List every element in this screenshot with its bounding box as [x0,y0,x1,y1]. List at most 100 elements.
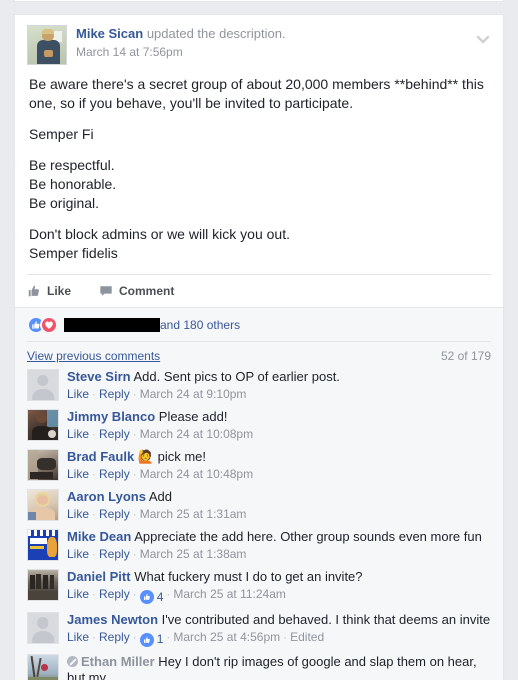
comment-reply-link[interactable]: Reply [99,587,130,601]
post-author-name[interactable]: Mike Sican [76,26,143,41]
comment-item: Jimmy Blanco Please add! Like · Reply · March… [27,408,491,448]
comment-text: Steve Sirn Add. Sent pics to OP of earli… [67,369,340,385]
comment-meta: Like · Reply · March 25 at 1:38am [67,547,247,561]
post-byline: Mike Sican updated the description. [76,26,286,42]
comments-header: View previous comments 52 of 179 [27,341,491,368]
comment-avatar[interactable] [27,654,59,680]
comment-reply-link[interactable]: Reply [99,630,130,644]
comment-item: James Newton I've contributed and behave… [27,611,491,654]
comment-message: Appreciate the add here. Other group sou… [131,529,482,544]
post-action-text: updated the description. [143,26,286,41]
muted-badge-icon [67,656,78,667]
comment-reply-link[interactable]: Reply [99,507,130,521]
comment-reply-link[interactable]: Reply [99,547,130,561]
comment-reply-link[interactable]: Reply [99,467,130,481]
comment-item: Mike Dean Appreciate the add here. Other… [27,528,491,568]
comment-author-name[interactable]: Ethan Miller [81,654,155,669]
comment-text: Daniel Pitt What fuckery must I do to ge… [67,569,363,585]
like-reaction-icon [139,632,154,647]
comment-timestamp[interactable]: March 24 at 10:48pm [140,467,253,481]
comments-count-label: 52 of 179 [440,349,491,363]
comments-section: View previous comments 52 of 179 Steve S… [15,341,503,680]
comment-message: 🙋 pick me! [134,449,206,464]
redacted-reactor-name [64,318,160,332]
post-actions-bar: Like Comment [27,274,491,307]
post-paragraph-3: Be respectful. Be honorable. Be original… [29,157,117,211]
comment-avatar[interactable] [27,369,59,401]
comment-list: Steve Sirn Add. Sent pics to OP of earli… [27,368,491,680]
comment-like-link[interactable]: Like [67,467,89,481]
previous-post-card-sliver [14,0,504,2]
comment-message: What fuckery must I do to get an invite? [130,569,363,584]
comment-text: Jimmy Blanco Please add! [67,409,253,425]
comment-edited-label: Edited [290,629,325,644]
comment-item: Aaron Lyons Add Like · Reply · March 25 at 1:… [27,488,491,528]
comment-author-name[interactable]: Mike Dean [67,529,131,544]
comment-like-count[interactable]: 4 [139,589,164,606]
comment-body: Mike Dean Appreciate the add here. Other… [67,529,482,563]
comment-avatar[interactable] [27,611,59,644]
comment-avatar[interactable] [27,409,59,441]
comment-like-link[interactable]: Like [67,587,89,601]
comment-like-link[interactable]: Like [67,427,89,441]
comment-meta: Like · Reply · 1 · March 25 at 4:56pm · Edited [67,629,325,648]
post-timestamp[interactable]: March 14 at 7:56pm [76,44,286,60]
comment-like-count[interactable]: 1 [139,631,163,648]
comment-author-name[interactable]: Daniel Pitt [67,569,131,584]
comment-meta: Like · Reply · 4 · March 25 at 11:24am [67,587,286,606]
comment-author-name[interactable]: Brad Faulk [67,449,134,464]
post-paragraph-2: Semper Fi [29,126,94,142]
comment-meta: Like · Reply · March 24 at 10:08pm [67,427,254,441]
comment-timestamp[interactable]: March 25 at 11:24am [173,587,286,601]
comment-author-name[interactable]: James Newton [67,612,158,627]
speech-bubble-icon [99,284,113,298]
comment-author-name[interactable]: Jimmy Blanco [67,409,155,424]
comment-text: Brad Faulk 🙋 pick me! [67,449,253,465]
comment-reply-link[interactable]: Reply [99,387,130,401]
comment-avatar[interactable] [27,489,59,521]
comment-author-name[interactable]: Aaron Lyons [67,489,146,504]
comment-timestamp[interactable]: March 25 at 1:38am [140,547,247,561]
post-card: Mike Sican updated the description. Marc… [14,14,504,680]
comment-timestamp[interactable]: March 24 at 9:10pm [140,387,247,401]
comment-message: I've contributed and behaved. I think th… [158,611,491,627]
like-button-label: Like [47,284,72,298]
comment-avatar[interactable] [27,529,59,561]
comment-like-link[interactable]: Like [67,547,89,561]
thumbs-up-icon [27,284,41,298]
comment-timestamp[interactable]: March 25 at 4:56pm [173,630,280,644]
comment-meta: Like · Reply · March 24 at 9:10pm [67,387,247,401]
author-avatar[interactable] [27,25,67,65]
comment-body: James Newton I've contributed and behave… [67,612,490,649]
comment-message: Please add! [155,409,228,424]
reactions-others-label[interactable]: and 180 others [160,318,240,332]
facebook-post-screen: Mike Sican updated the description. Marc… [0,0,518,680]
post-body: Be aware there's a secret group of about… [15,65,503,263]
comment-text: James Newton I've contributed and behave… [67,612,490,628]
comment-timestamp[interactable]: March 24 at 10:08pm [140,427,253,441]
comment-button-label: Comment [119,284,175,298]
comment-body: Ethan Miller Hey I don't rip images of g… [67,654,491,680]
comment-timestamp[interactable]: March 25 at 1:31am [140,507,247,521]
view-previous-comments-link[interactable]: View previous comments [27,349,160,363]
comment-meta: Like · Reply · March 24 at 10:48pm [67,467,254,481]
comment-item: Brad Faulk 🙋 pick me! Like · Reply · March 24… [27,448,491,488]
comment-button[interactable]: Comment [99,284,174,298]
comment-like-link[interactable]: Like [67,387,89,401]
comment-item: Daniel Pitt What fuckery must I do to ge… [27,568,491,611]
comment-text: Mike Dean Appreciate the add here. Other… [67,529,482,545]
comment-message: Add [145,489,173,504]
comment-reply-link[interactable]: Reply [99,427,130,441]
comment-like-count-value: 4 [156,589,164,604]
chevron-down-icon[interactable] [473,29,493,49]
comment-body: Jimmy Blanco Please add! Like · Reply · March… [67,409,253,443]
comment-text: Aaron Lyons Add [67,489,246,505]
comment-avatar[interactable] [27,569,59,601]
comment-author-name[interactable]: Steve Sirn [67,369,131,384]
reactions-bar: and 180 others [15,307,503,341]
comment-like-link[interactable]: Like [67,507,89,521]
comment-like-link[interactable]: Like [67,630,89,644]
like-button[interactable]: Like [27,284,71,298]
comment-avatar[interactable] [27,449,59,481]
love-reaction-icon[interactable] [40,316,58,334]
